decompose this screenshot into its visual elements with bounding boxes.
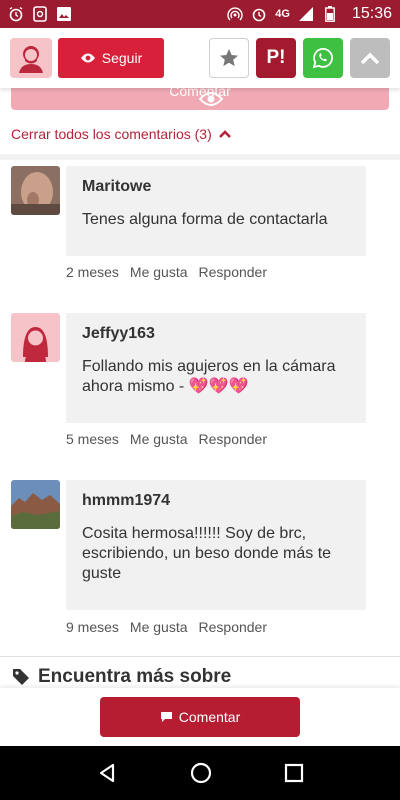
recents-icon[interactable] bbox=[284, 763, 304, 783]
avatar-person-icon bbox=[19, 46, 43, 73]
alarm-icon bbox=[8, 6, 24, 22]
commenter-avatar[interactable] bbox=[11, 480, 60, 529]
comment-text: Cosita hermosa!!!!!! Soy de brc, escribi… bbox=[82, 525, 332, 582]
favorite-button[interactable] bbox=[209, 38, 249, 78]
follow-label: Seguir bbox=[101, 50, 143, 66]
user-avatar[interactable] bbox=[10, 38, 52, 78]
find-more-label: Encuentra más sobre bbox=[38, 665, 232, 687]
hotspot-icon bbox=[227, 6, 243, 22]
comment-text: Tenes alguna forma de contactarla bbox=[82, 211, 328, 228]
network-type: 4G bbox=[275, 8, 290, 20]
find-more-heading: Encuentra más sobre bbox=[0, 656, 400, 688]
tag-icon bbox=[13, 668, 29, 685]
signal-icon bbox=[298, 6, 314, 22]
comment-actions: 9 meses Me gusta Responder bbox=[66, 619, 267, 635]
divider bbox=[0, 154, 400, 160]
reply-link[interactable]: Responder bbox=[199, 431, 268, 447]
commenter-avatar[interactable] bbox=[11, 313, 60, 362]
android-nav-bar bbox=[0, 746, 400, 800]
comment-time: 5 meses bbox=[66, 431, 119, 447]
image-icon bbox=[56, 6, 72, 22]
sync-icon bbox=[32, 6, 48, 22]
comment-time: 2 meses bbox=[66, 264, 119, 280]
commenter-name[interactable]: Maritowe bbox=[82, 178, 350, 196]
back-icon[interactable] bbox=[96, 762, 118, 784]
comment-bubble: Maritowe Tenes alguna forma de contactar… bbox=[66, 166, 366, 256]
alarm-icon bbox=[251, 6, 267, 22]
chevron-up-icon bbox=[218, 130, 231, 138]
comment-button-label: Comentar bbox=[178, 709, 241, 725]
comment-text: Follando mis agujeros en la cámara ahora… bbox=[82, 358, 336, 395]
comment-actions: 2 meses Me gusta Responder bbox=[66, 264, 267, 280]
status-bar: 4G 15:36 bbox=[0, 0, 400, 28]
comment-bubble: hmmm1974 Cosita hermosa!!!!!! Soy de brc… bbox=[66, 480, 366, 610]
comment-button[interactable]: Comentar bbox=[100, 697, 300, 737]
close-comments-label: Cerrar todos los comentarios (3) bbox=[11, 126, 212, 142]
p-logo-icon: P! bbox=[266, 47, 286, 68]
commenter-name[interactable]: Jeffyy163 bbox=[82, 325, 350, 343]
home-icon[interactable] bbox=[190, 762, 212, 784]
reply-link[interactable]: Responder bbox=[199, 264, 268, 280]
eye-icon bbox=[199, 92, 223, 106]
star-icon bbox=[220, 49, 238, 67]
whatsapp-share-button[interactable] bbox=[303, 38, 343, 78]
profile-header: Seguir P! bbox=[0, 28, 400, 88]
comment-bubble: Jeffyy163 Follando mis agujeros en la cá… bbox=[66, 313, 366, 423]
like-link[interactable]: Me gusta bbox=[130, 431, 188, 447]
like-link[interactable]: Me gusta bbox=[130, 619, 188, 635]
chevron-up-icon bbox=[360, 52, 380, 65]
bottom-comment-bar: Comentar bbox=[0, 688, 400, 746]
reply-link[interactable]: Responder bbox=[199, 619, 268, 635]
commenter-name[interactable]: hmmm1974 bbox=[82, 492, 350, 510]
scroll-top-button[interactable] bbox=[350, 38, 390, 78]
close-comments-link[interactable]: Cerrar todos los comentarios (3) bbox=[11, 126, 232, 142]
p-logo-button[interactable]: P! bbox=[256, 38, 296, 78]
whatsapp-icon bbox=[312, 48, 333, 69]
battery-icon bbox=[322, 6, 338, 22]
comments-section: Comentar Cerrar todos los comentarios (3… bbox=[0, 88, 400, 688]
comment-time: 9 meses bbox=[66, 619, 119, 635]
commenter-avatar[interactable] bbox=[11, 166, 60, 215]
clock: 15:36 bbox=[351, 5, 392, 22]
eye-icon bbox=[80, 53, 95, 63]
speech-bubble-icon bbox=[160, 712, 172, 722]
comment-actions: 5 meses Me gusta Responder bbox=[66, 431, 267, 447]
like-link[interactable]: Me gusta bbox=[130, 264, 188, 280]
follow-button[interactable]: Seguir bbox=[58, 38, 164, 78]
